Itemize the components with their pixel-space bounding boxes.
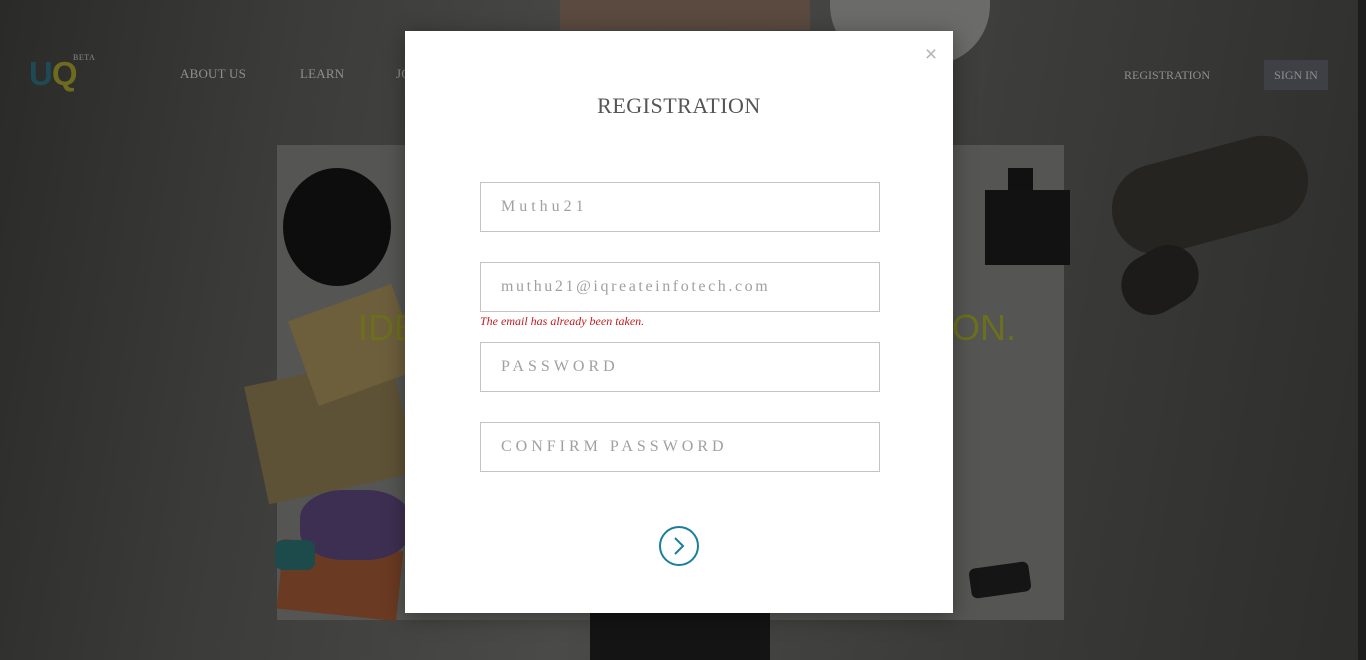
close-icon[interactable]: × <box>921 44 941 66</box>
confirm-password-field[interactable]: CONFIRM PASSWORD <box>480 422 880 472</box>
email-field[interactable]: muthu21@iqreateinfotech.com <box>480 262 880 312</box>
background-shape <box>275 540 315 570</box>
site-logo[interactable]: UQ <box>29 55 78 92</box>
sign-in-button[interactable]: SIGN IN <box>1264 60 1328 90</box>
chevron-right-icon <box>674 537 685 555</box>
page: UQ BETA ABOUT US LEARN JO REGISTRATION S… <box>0 0 1366 660</box>
nav-registration[interactable]: REGISTRATION <box>1124 68 1210 83</box>
logo-letter-u: U <box>29 55 53 92</box>
background-shape <box>560 0 810 30</box>
modal-title: REGISTRATION <box>597 93 761 118</box>
password-field[interactable]: PASSWORD <box>480 342 880 392</box>
registration-modal: × REGISTRATION Muthu21 muthu21@iqreatein… <box>405 31 953 613</box>
background-shape <box>985 190 1070 265</box>
nav-learn[interactable]: LEARN <box>300 66 344 82</box>
background-shape <box>300 490 410 560</box>
background-shape <box>283 168 391 286</box>
nav-about-us[interactable]: ABOUT US <box>180 66 246 82</box>
beta-badge: BETA <box>73 53 96 62</box>
scrollbar[interactable] <box>1358 0 1366 660</box>
username-field[interactable]: Muthu21 <box>480 182 880 232</box>
submit-button[interactable] <box>659 526 699 566</box>
hero-headline-right: ON. <box>952 307 1017 348</box>
email-error-message: The email has already been taken. <box>480 314 645 328</box>
